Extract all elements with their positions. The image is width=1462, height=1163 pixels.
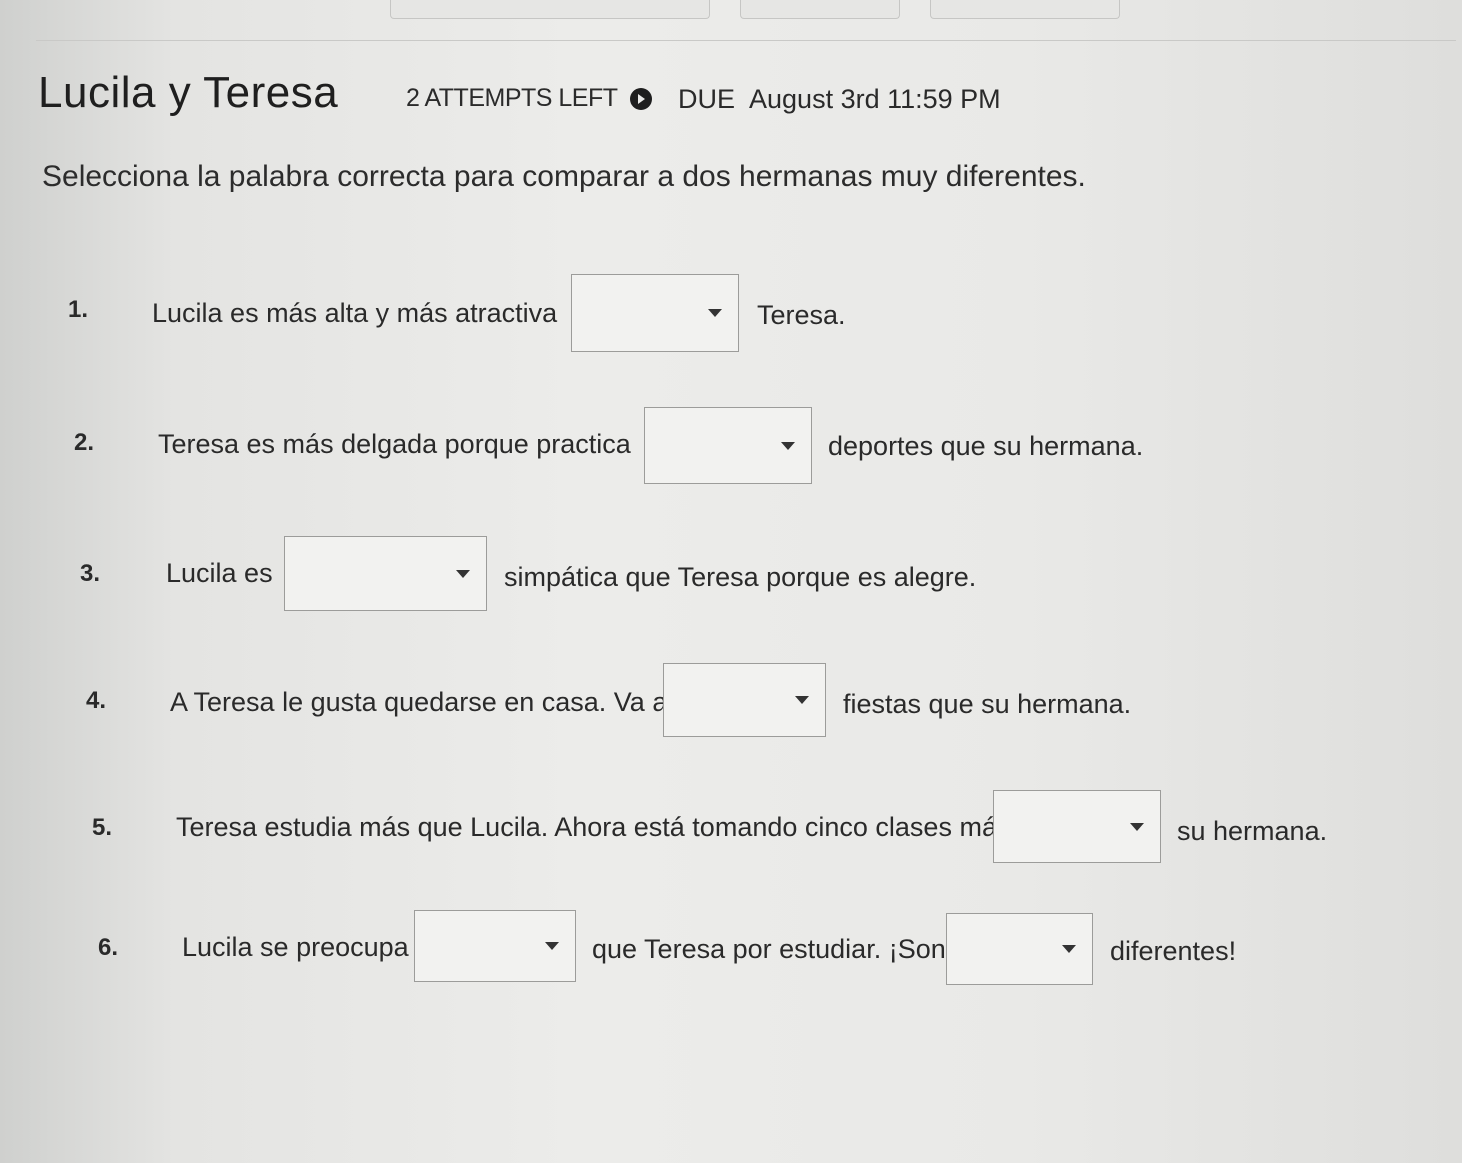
answer-dropdown-1[interactable] <box>571 274 739 352</box>
question-text-after: Teresa. <box>757 300 846 330</box>
chevron-down-icon <box>545 942 559 950</box>
answer-dropdown-4[interactable] <box>663 663 826 737</box>
top-toolbar <box>0 0 1462 40</box>
due-date: DUE August 3rd 11:59 PM <box>678 84 1001 115</box>
chevron-down-icon <box>1062 945 1076 953</box>
chevron-down-icon <box>795 696 809 704</box>
question-text-before: Lucila se preocupa <box>182 932 409 962</box>
answer-dropdown-6b[interactable] <box>946 913 1093 985</box>
attempts-left: 2 ATTEMPTS LEFT <box>406 84 618 112</box>
due-date-value: August 3rd 11:59 PM <box>749 84 1001 114</box>
top-tab[interactable] <box>390 0 710 19</box>
answer-dropdown-3[interactable] <box>284 536 487 611</box>
question-text-after: su hermana. <box>1177 816 1328 846</box>
assignment-header: Lucila y Teresa 2 ATTEMPTS LEFT DUE Augus… <box>38 68 1138 128</box>
question-text-after: simpática que Teresa porque es alegre. <box>504 562 977 592</box>
question-number: 2. <box>74 429 95 456</box>
top-tab[interactable] <box>740 0 900 19</box>
question-number: 6. <box>98 934 119 961</box>
chevron-down-icon <box>456 569 470 578</box>
question-text-before: Teresa estudia más que Lucila. Ahora est… <box>176 812 1011 842</box>
answer-dropdown-2[interactable] <box>644 407 812 484</box>
question-number: 1. <box>68 296 89 323</box>
page-title: Lucila y Teresa <box>38 68 339 117</box>
question-2: 2. Teresa es más delgada porque practica… <box>0 407 1462 487</box>
divider <box>36 40 1456 41</box>
question-text-after: deportes que su hermana. <box>828 431 1144 461</box>
question-number: 5. <box>92 814 113 841</box>
chevron-down-icon <box>1130 822 1144 831</box>
answer-dropdown-6a[interactable] <box>414 910 576 982</box>
due-label: DUE <box>678 84 736 114</box>
question-text-before: Lucila es <box>166 558 273 588</box>
question-text-before: Teresa es más delgada porque practica <box>158 429 631 459</box>
instructions: Selecciona la palabra correcta para comp… <box>42 160 1086 193</box>
question-number: 4. <box>86 687 107 714</box>
answer-dropdown-5[interactable] <box>993 790 1161 863</box>
question-text-after: diferentes! <box>1110 936 1237 966</box>
question-5: 5. Teresa estudia más que Lucila. Ahora … <box>0 790 1462 870</box>
question-text-before: Lucila es más alta y más atractiva <box>152 298 558 328</box>
chevron-down-icon <box>781 441 795 450</box>
question-1: 1. Lucila es más alta y más atractiva Te… <box>0 274 1462 354</box>
question-6: 6. Lucila se preocupa que Teresa por est… <box>0 910 1462 990</box>
info-icon[interactable] <box>630 88 652 110</box>
question-text-after: fiestas que su hermana. <box>843 689 1132 719</box>
question-3: 3. Lucila es simpática que Teresa porque… <box>0 536 1462 616</box>
top-tab[interactable] <box>930 0 1120 19</box>
question-4: 4. A Teresa le gusta quedarse en casa. V… <box>0 663 1462 743</box>
screen-background: Lucila y Teresa 2 ATTEMPTS LEFT DUE Augus… <box>0 0 1462 1163</box>
question-text-middle: que Teresa por estudiar. ¡Son <box>592 934 946 964</box>
question-number: 3. <box>80 560 101 587</box>
question-text-before: A Teresa le gusta quedarse en casa. Va a <box>170 687 668 717</box>
chevron-down-icon <box>708 309 722 317</box>
